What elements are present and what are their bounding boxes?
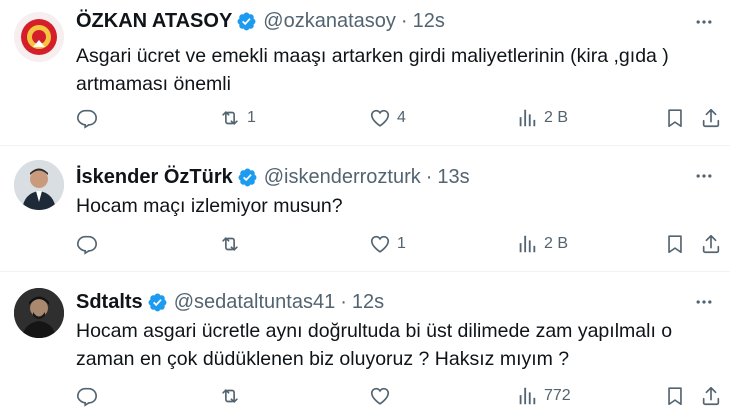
bookmark-icon [668,109,682,128]
views-chart-icon [519,109,536,127]
retweet-button[interactable] [219,384,247,408]
tweet[interactable]: İskender ÖzTürk @iskenderrozturk · 13s H… [0,146,730,272]
like-button[interactable]: 4 [369,106,406,130]
heart-icon [370,109,390,127]
share-icon [702,386,720,406]
retweet-icon [222,389,238,403]
more-dots-icon[interactable] [694,166,714,186]
avatar[interactable] [14,160,64,210]
tweet-text-line: Asgari ücret ve emekli maaşı artarken gi… [76,45,669,67]
tweet-text: Hocam maçı izlemiyor musun? [76,192,716,220]
views-button[interactable]: 2 B [516,106,568,130]
heart-icon [370,387,390,405]
bookmark-icon [668,235,682,254]
views-count: 2 B [544,235,569,252]
retweet-icon [222,237,238,251]
reply-button[interactable] [76,106,104,130]
party-emblem-icon [14,12,64,62]
views-count: 2 B [544,109,569,126]
action-bar: 1 2 B [76,232,724,256]
verified-badge-icon [147,292,168,313]
views-button[interactable]: 2 B [516,232,568,256]
separator-dot: · [340,291,347,313]
separator-dot: · [400,10,408,32]
more-dots-icon[interactable] [694,12,714,32]
retweet-button[interactable] [219,232,247,256]
tweet[interactable]: Sdtalts @sedataltuntas41 · 12s Hocam asg… [0,272,730,420]
user-photo-icon [14,288,64,338]
share-button[interactable] [700,384,722,408]
retweet-count: 1 [247,109,256,126]
share-button[interactable] [700,106,722,130]
reply-button[interactable] [76,384,104,408]
retweet-icon [222,111,238,125]
more-dots-icon[interactable] [694,292,714,312]
like-button[interactable] [369,384,397,408]
reply-icon [77,109,97,129]
display-name[interactable]: İskender ÖzTürk [76,165,233,189]
bookmark-button[interactable] [664,106,686,130]
retweet-button[interactable]: 1 [219,106,256,130]
tweet-text-line: artmaması önemli [76,73,231,95]
share-icon [702,234,720,254]
views-chart-icon [519,235,536,253]
tweet-header: ÖZKAN ATASOY @ozkanatasoy · 12s [76,9,445,33]
like-count: 1 [397,235,406,252]
display-name[interactable]: ÖZKAN ATASOY [76,9,232,33]
tweet-header: İskender ÖzTürk @iskenderrozturk · 13s [76,165,470,189]
avatar[interactable] [14,288,64,338]
user-handle[interactable]: @iskenderrozturk [264,165,421,189]
like-button[interactable]: 1 [369,232,406,256]
reply-icon [77,387,97,407]
tweet-text-line: zaman en çok düdüklenen biz oluyoruz ? H… [76,348,570,370]
tweet[interactable]: ÖZKAN ATASOY @ozkanatasoy · 12s Asgari ü… [0,0,730,146]
tweet-text: Hocam asgari ücretle aynı doğrultuda bi … [76,317,716,373]
like-count: 4 [397,109,406,126]
tweet-text: Asgari ücret ve emekli maaşı artarken gi… [76,42,716,98]
reply-icon [77,235,97,255]
timestamp[interactable]: 12s [413,9,445,33]
share-icon [702,108,720,128]
action-bar: 772 [76,384,724,408]
display-name[interactable]: Sdtalts [76,290,143,314]
views-count: 772 [544,387,571,404]
tweet-text-line: Hocam asgari ücretle aynı doğrultuda bi … [76,320,673,342]
timestamp[interactable]: 13s [437,165,469,189]
verified-badge-icon [236,11,257,32]
user-handle[interactable]: @sedataltuntas41 [174,290,336,314]
tweet-header: Sdtalts @sedataltuntas41 · 12s [76,290,384,314]
user-photo-icon [14,160,64,210]
views-button[interactable]: 772 [516,384,571,408]
heart-icon [370,235,390,253]
timestamp[interactable]: 12s [352,290,384,314]
user-handle[interactable]: @ozkanatasoy [263,9,396,33]
verified-badge-icon [237,167,258,188]
bookmark-button[interactable] [664,384,686,408]
tweet-text-line: Hocam maçı izlemiyor musun? [76,195,343,217]
action-bar: 1 4 2 B [76,106,724,130]
avatar[interactable] [14,12,64,62]
bookmark-icon [668,387,682,406]
separator-dot: · [425,166,433,188]
views-chart-icon [519,387,536,405]
share-button[interactable] [700,232,722,256]
bookmark-button[interactable] [664,232,686,256]
reply-button[interactable] [76,232,104,256]
